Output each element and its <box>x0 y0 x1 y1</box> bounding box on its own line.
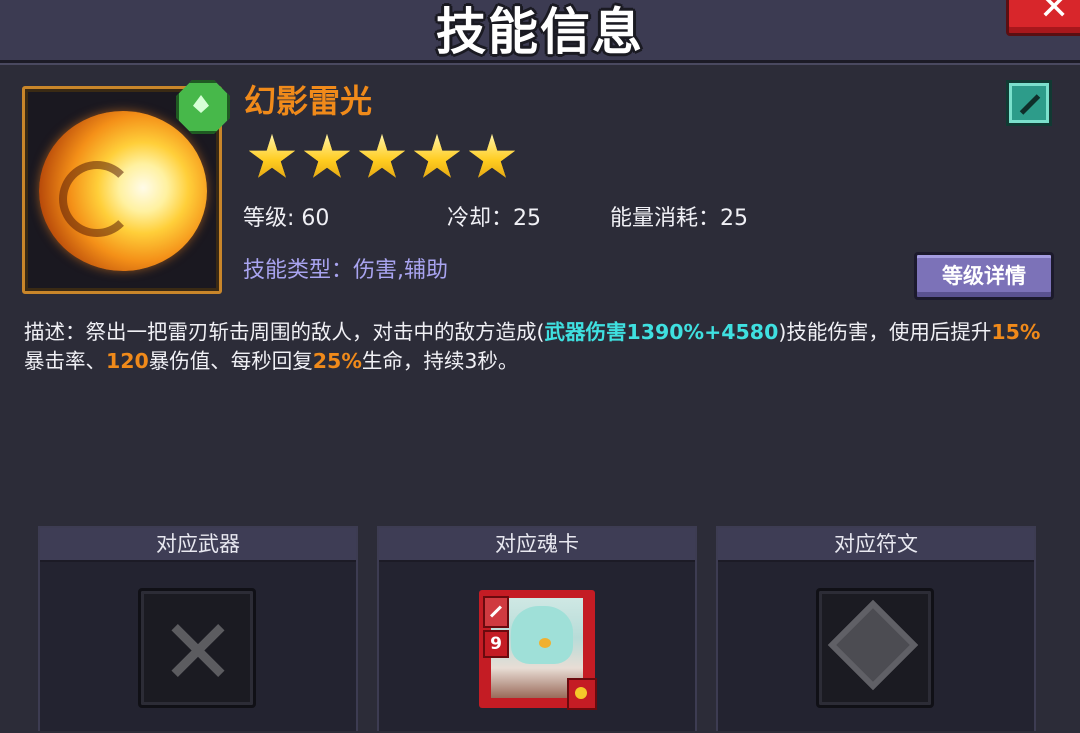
weapon-card-title: 对应武器 <box>40 528 356 562</box>
description-text: )技能伤害，使用后提升 <box>778 320 992 344</box>
star-icon <box>303 134 351 178</box>
close-button[interactable]: ✕ <box>1006 0 1080 36</box>
regen-value: 25% <box>312 349 362 373</box>
star-icon <box>358 134 406 178</box>
description-text: 生命，持续3秒。 <box>361 349 519 373</box>
star-icon <box>468 134 516 178</box>
damage-value: 武器伤害1390%+4580 <box>544 320 779 344</box>
skill-type: 技能类型：伤害,辅助 <box>243 258 448 283</box>
star-icon <box>413 134 461 178</box>
soul-card-level: 9 <box>483 630 509 658</box>
weapon-slot[interactable] <box>138 588 256 708</box>
soul-card-panel: 对应魂卡 9 <box>377 526 697 731</box>
rune-icon <box>827 599 919 691</box>
lightning-orb-icon <box>39 111 207 271</box>
close-icon: ✕ <box>1039 0 1070 28</box>
star-rating <box>248 134 523 184</box>
soul-card[interactable]: 9 <box>479 590 597 710</box>
level-detail-button[interactable]: 等级详情 <box>914 252 1054 300</box>
rune-card: 对应符文 <box>716 526 1036 731</box>
element-icon <box>567 678 597 710</box>
description-text: 暴伤值、每秒回复 <box>148 349 313 373</box>
skill-description: 描述：祭出一把雷刃斩击周围的敌人，对击中的敌方造成(武器伤害1390%+4580… <box>24 318 1059 376</box>
skill-cooldown: 冷却：25 <box>447 206 541 231</box>
weapon-card: 对应武器 <box>38 526 358 731</box>
gem-badge-icon <box>176 80 230 134</box>
star-icon <box>248 134 296 178</box>
crit-rate-value: 15% <box>991 320 1041 344</box>
sword-type-icon[interactable] <box>1006 80 1052 126</box>
description-text: 暴击率、 <box>24 349 106 373</box>
skill-name: 幻影雷光 <box>244 82 373 120</box>
rune-slot[interactable] <box>816 588 934 708</box>
soul-card-title: 对应魂卡 <box>379 528 695 562</box>
skill-level: 等级: 60 <box>243 206 330 231</box>
skill-energy-cost: 能量消耗：25 <box>610 206 748 231</box>
rune-card-title: 对应符文 <box>718 528 1034 562</box>
header-bar: 技能信息 ✕ <box>0 0 1080 63</box>
crit-damage-value: 120 <box>106 349 149 373</box>
crossed-swords-icon <box>165 617 231 683</box>
sword-icon <box>483 596 509 628</box>
page-title: 技能信息 <box>436 3 644 61</box>
description-text: 描述：祭出一把雷刃斩击周围的敌人，对击中的敌方造成( <box>24 320 545 344</box>
